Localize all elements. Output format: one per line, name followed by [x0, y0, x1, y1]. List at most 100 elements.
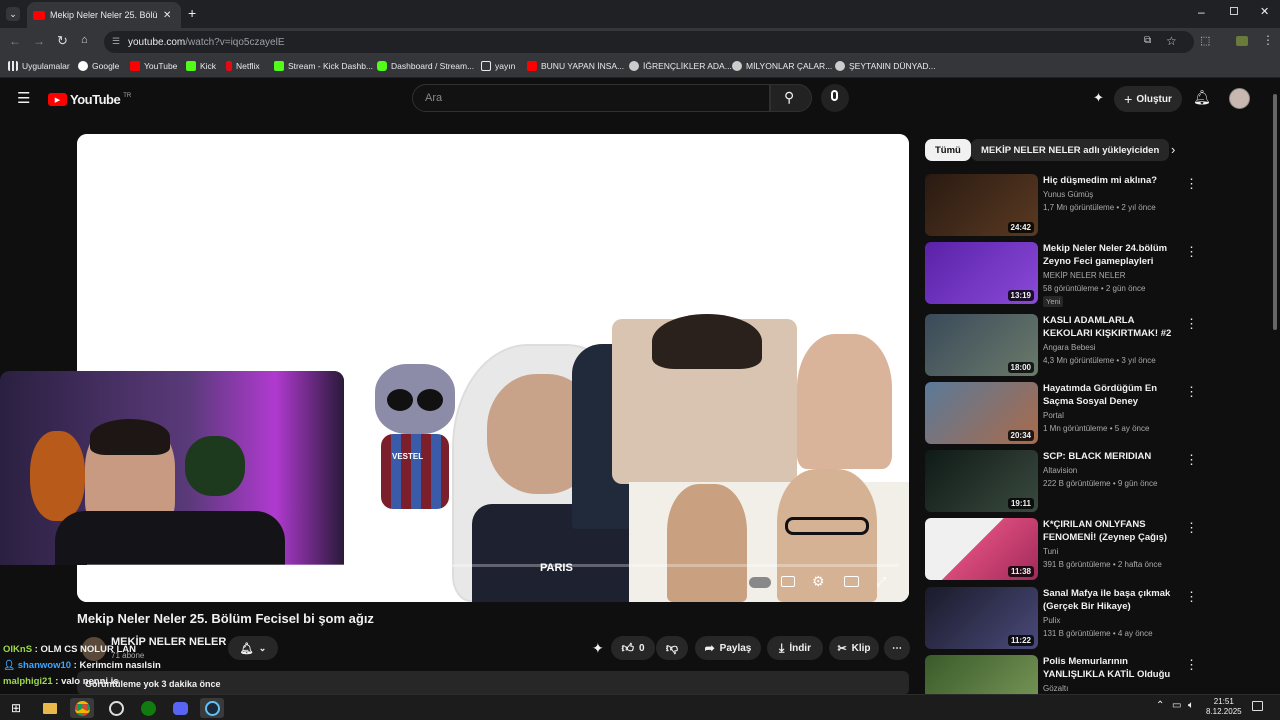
share-button[interactable]: ➦ Paylaş	[695, 636, 761, 660]
browser-menu-icon[interactable]: ⋮	[1262, 33, 1274, 47]
hamburger-menu-icon[interactable]: ☰	[17, 89, 30, 107]
extensions-icon[interactable]: ⬚	[1200, 34, 1210, 47]
scrollbar-thumb[interactable]	[1273, 94, 1277, 330]
subtitles-icon[interactable]	[781, 576, 795, 587]
page-scrollbar[interactable]	[1270, 80, 1280, 694]
bookmark-video-2[interactable]: İĞRENÇLİKLER ADA...	[629, 61, 732, 71]
xbox-icon[interactable]	[136, 698, 160, 718]
notifications-bell-icon[interactable]: 🔔︎	[1193, 89, 1211, 106]
close-window-icon[interactable]: ✕	[1260, 5, 1269, 18]
bookmark-kick[interactable]: Kick	[186, 61, 216, 71]
play-icon[interactable]: ▶	[92, 575, 102, 591]
video-thumbnail[interactable]: 11:22	[925, 587, 1038, 649]
windows-start-icon[interactable]: ⊞	[4, 698, 28, 718]
bookmark-google[interactable]: Google	[78, 61, 119, 71]
steam-icon[interactable]	[200, 698, 224, 718]
forward-icon[interactable]: →	[33, 34, 45, 48]
clock-date: 8.12.2025	[1206, 707, 1242, 716]
file-explorer-icon[interactable]	[38, 698, 62, 718]
recommendation-item[interactable]: 19:11 SCP: BLACK MERIDIAN Altavision 222…	[925, 450, 1270, 514]
recommendation-item[interactable]: 18:00 KASLI ADAMLARLA KEKOLARI KIŞKIRTMA…	[925, 314, 1270, 378]
recommendation-item[interactable]: 24:42 Hiç düşmedim mi aklına? Yunus Gümü…	[925, 174, 1270, 238]
settings-gear-icon[interactable]: ⚙	[812, 573, 825, 590]
dislike-button[interactable]: 👎︎	[656, 636, 688, 660]
thanks-icon[interactable]: ✦	[592, 640, 604, 657]
chat-text: : OLM CS NOLUR LAN	[32, 644, 136, 655]
notification-center-icon[interactable]	[1252, 701, 1263, 711]
miniplayer-icon[interactable]	[844, 576, 859, 587]
tray-chevron-up-icon[interactable]: ⌃	[1156, 700, 1164, 711]
recommendation-item[interactable]: 11:38 K*ÇIRILAN ONLYFANS FENOMENİ! (Zeyn…	[925, 518, 1270, 582]
clock[interactable]: 21:51 8.12.2025	[1206, 697, 1242, 717]
install-app-icon[interactable]: ⧉	[1144, 35, 1151, 46]
search-button[interactable]: ⚲	[770, 84, 812, 112]
download-button[interactable]: ⤓ İndir	[767, 636, 823, 660]
video-thumbnail[interactable]: 20:34	[925, 382, 1038, 444]
avatar[interactable]	[1229, 88, 1250, 109]
recommendation-item[interactable]: 13:19 Mekip Neler Neler 24.bölüm Zeyno F…	[925, 242, 1270, 307]
volume-icon[interactable]: 🔊︎	[123, 574, 131, 590]
video-thumbnail[interactable]	[925, 655, 1038, 694]
bookmark-netflix[interactable]: Netflix	[226, 61, 260, 71]
subscription-bell-button[interactable]: 🔔︎ ⌄	[228, 636, 278, 660]
bookmark-star-icon[interactable]: ☆	[1166, 34, 1177, 48]
bookmark-folder-yayin[interactable]: yayın	[481, 61, 515, 71]
address-bar[interactable]: ☰ youtube.com/watch?v=iqo5czayelE ⧉ ☆	[104, 31, 1194, 53]
like-button[interactable]: 👍︎ 0	[611, 636, 655, 660]
restore-icon[interactable]	[1230, 7, 1238, 15]
chat-username: malphigi21	[3, 676, 53, 687]
voice-search-button[interactable]	[821, 84, 849, 112]
more-vertical-icon[interactable]: ⋮	[1185, 384, 1198, 400]
description-box[interactable]: Görüntüleme yok 3 dakika önce	[77, 671, 909, 695]
more-vertical-icon[interactable]: ⋮	[1185, 244, 1198, 260]
more-actions-button[interactable]: ⋯	[884, 636, 910, 660]
back-icon[interactable]: ←	[9, 34, 21, 48]
video-thumbnail[interactable]: 24:42	[925, 174, 1038, 236]
more-vertical-icon[interactable]: ⋮	[1185, 176, 1198, 192]
reload-icon[interactable]: ↻	[57, 33, 68, 49]
video-thumbnail[interactable]: 18:00	[925, 314, 1038, 376]
minimize-icon[interactable]: –	[1198, 5, 1205, 19]
premium-offers-icon[interactable]: ✦	[1093, 90, 1104, 106]
new-tab-icon[interactable]: +	[188, 5, 196, 21]
profile-icon[interactable]	[1236, 36, 1248, 46]
recommendation-item[interactable]: Polis Memurlarının YANLIŞLIKLA KATİL Old…	[925, 655, 1270, 694]
chrome-icon[interactable]	[70, 698, 94, 718]
more-vertical-icon[interactable]: ⋮	[1185, 316, 1198, 332]
autoplay-toggle-icon[interactable]	[749, 577, 771, 588]
video-thumbnail[interactable]: 11:38	[925, 518, 1038, 580]
more-vertical-icon[interactable]: ⋮	[1185, 589, 1198, 605]
tab-search-icon[interactable]: ⌄	[6, 7, 20, 21]
fullscreen-icon[interactable]: ⤢	[876, 574, 886, 590]
more-vertical-icon[interactable]: ⋮	[1185, 657, 1198, 673]
youtube-logo[interactable]: ▶ YouTube TR	[48, 92, 131, 107]
browser-tab[interactable]: Mekip Neler Neler 25. Bölüm Fe ✕	[27, 2, 181, 28]
bookmark-video-4[interactable]: ŞEYTANIN DÜNYAD...	[835, 61, 936, 71]
search-input[interactable]: Ara	[412, 84, 770, 112]
bookmark-video-3[interactable]: MİLYONLAR ÇALAR...	[732, 61, 832, 71]
create-button[interactable]: + Oluştur	[1114, 86, 1182, 112]
bookmark-apps[interactable]: Uygulamalar	[8, 61, 70, 71]
video-thumbnail[interactable]: 13:19	[925, 242, 1038, 304]
recommendation-item[interactable]: 11:22 Sanal Mafya ile başa çıkmak (Gerçe…	[925, 587, 1270, 651]
chevron-right-icon[interactable]: ›	[1171, 142, 1175, 157]
bookmark-kick-dashboard[interactable]: Stream - Kick Dashb...	[274, 61, 373, 71]
more-vertical-icon[interactable]: ⋮	[1185, 452, 1198, 468]
clip-button[interactable]: ✂ Klip	[829, 636, 879, 660]
more-vertical-icon[interactable]: ⋮	[1185, 520, 1198, 536]
chip-from-uploader[interactable]: MEKİP NELER NELER adlı yükleyiciden	[971, 139, 1170, 161]
recommendation-item[interactable]: 20:34 Hayatımda Gördüğüm En Saçma Sosyal…	[925, 382, 1270, 446]
home-icon[interactable]: ⌂	[81, 34, 88, 46]
close-tab-icon[interactable]: ✕	[163, 10, 171, 21]
video-thumbnail[interactable]: 19:11	[925, 450, 1038, 512]
progress-bar[interactable]	[87, 564, 899, 567]
bookmark-youtube[interactable]: YouTube	[130, 61, 177, 71]
obs-icon[interactable]	[104, 698, 128, 718]
bookmark-video-1[interactable]: BUNU YAPAN İNSA...	[527, 61, 624, 71]
bookmark-stream-dashboard[interactable]: Dashboard / Stream...	[377, 61, 474, 71]
speaker-icon[interactable]: 🔈︎	[1188, 700, 1194, 711]
site-info-icon[interactable]: ☰	[112, 36, 120, 47]
network-icon[interactable]: ▭	[1172, 700, 1181, 711]
discord-icon[interactable]	[168, 698, 192, 718]
chip-all[interactable]: Tümü	[925, 139, 971, 161]
